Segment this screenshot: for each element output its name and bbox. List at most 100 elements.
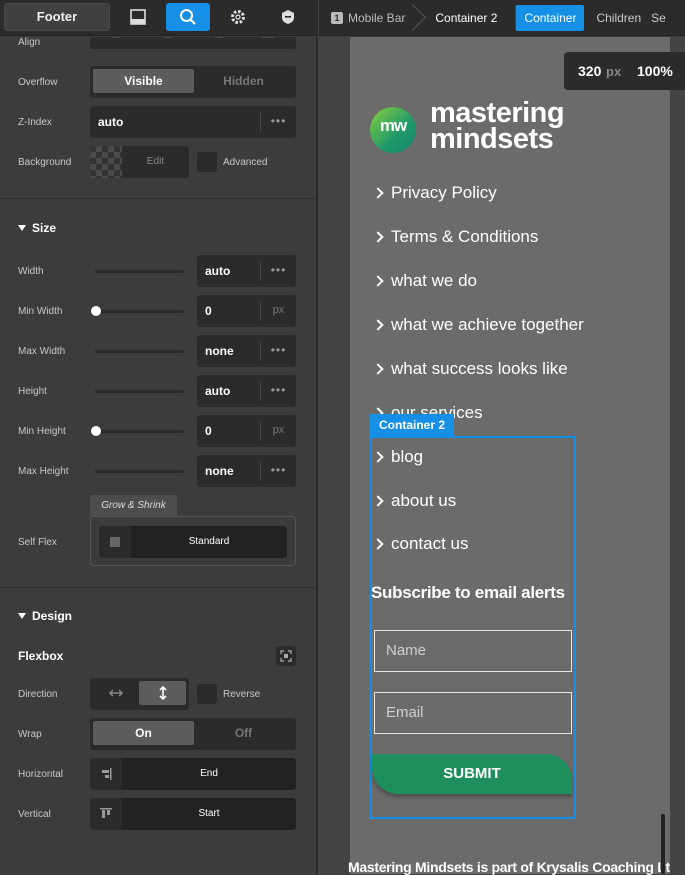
direction-toggle [90, 678, 189, 710]
horizontal-select[interactable]: End [122, 758, 296, 790]
zindex-field[interactable]: auto ••• [90, 106, 296, 138]
advanced-label: Advanced [223, 157, 267, 168]
align-control[interactable] [90, 37, 296, 49]
selected-container-tag[interactable]: Container 2 [370, 414, 454, 437]
justify-end-icon[interactable] [90, 758, 122, 790]
max-width-slider[interactable] [95, 350, 184, 353]
wrap-label: Wrap [18, 729, 42, 740]
more-options-icon[interactable]: ••• [260, 112, 296, 132]
background-swatch[interactable] [90, 146, 122, 178]
zindex-value: auto [98, 106, 123, 138]
chevron-right-icon [372, 363, 383, 374]
width-label: Width [18, 266, 44, 277]
max-height-field[interactable]: none ••• [197, 455, 296, 487]
more-options-icon[interactable]: ••• [260, 341, 296, 361]
design-section-header[interactable]: Design [18, 609, 72, 623]
slider-knob[interactable] [91, 306, 101, 316]
unit-px[interactable]: px [260, 301, 296, 321]
advanced-checkbox[interactable] [197, 152, 217, 172]
logo-line-2: mindsets [430, 126, 564, 152]
collapse-triangle-icon [18, 613, 26, 619]
align-label: Align [18, 37, 40, 48]
zindex-label: Z-Index [18, 117, 52, 128]
submit-button[interactable]: SUBMIT [372, 754, 572, 794]
footer-link-success[interactable]: what success looks like [373, 359, 568, 379]
direction-row-icon[interactable] [93, 681, 139, 705]
overflow-label: Overflow [18, 77, 57, 88]
breadcrumb-mobile-bar[interactable]: 1Mobile Bar [319, 0, 417, 36]
canvas-width-unit: px [606, 64, 621, 79]
align-center-icon[interactable] [162, 37, 174, 41]
footer-link-achieve[interactable]: what we achieve together [373, 315, 584, 335]
min-width-value: 0 [205, 295, 212, 327]
footer-link-about[interactable]: about us [373, 491, 456, 511]
tab-children[interactable]: Children [588, 5, 649, 31]
footer-link-privacy[interactable]: Privacy Policy [373, 183, 497, 203]
tab-container[interactable]: Container [515, 5, 584, 31]
align-right-icon[interactable] [211, 37, 223, 41]
height-slider[interactable] [95, 390, 184, 393]
footer-link-blog[interactable]: blog [373, 447, 423, 467]
wrap-on-option[interactable]: On [93, 721, 194, 745]
tab-settings[interactable]: Se [649, 5, 674, 31]
wrap-off-option[interactable]: Off [194, 721, 293, 745]
self-flex-box: Standard [90, 516, 296, 566]
search-icon[interactable] [166, 3, 210, 31]
slider-knob[interactable] [91, 426, 101, 436]
shield-icon[interactable] [266, 3, 310, 31]
more-options-icon[interactable]: ••• [260, 461, 296, 481]
flex-standard-icon[interactable] [99, 526, 131, 558]
design-section-title: Design [32, 609, 72, 623]
name-input[interactable]: Name [374, 630, 572, 672]
chevron-right-icon [372, 495, 383, 506]
section-divider [0, 587, 316, 588]
align-left-icon[interactable] [112, 37, 124, 41]
overflow-toggle: Visible Hidden [90, 66, 296, 98]
layout-icon[interactable] [116, 3, 160, 31]
element-selector-button[interactable]: Footer [4, 3, 110, 31]
overflow-hidden-option[interactable]: Hidden [194, 69, 293, 93]
align-justify-icon[interactable] [262, 37, 274, 41]
width-slider[interactable] [95, 270, 184, 273]
footer-link-what-we-do[interactable]: what we do [373, 271, 477, 291]
vertical-select[interactable]: Start [122, 798, 296, 830]
width-field[interactable]: auto ••• [197, 255, 296, 287]
background-edit-button[interactable]: Edit [122, 146, 189, 178]
flexbox-inspect-icon[interactable] [276, 646, 296, 666]
self-flex-select[interactable]: Standard [131, 526, 287, 558]
min-width-field[interactable]: 0 px [197, 295, 296, 327]
zoom-indicator[interactable]: 320 px 100% [564, 52, 685, 90]
gear-icon[interactable] [216, 3, 260, 31]
background-label: Background [18, 157, 71, 168]
max-width-field[interactable]: none ••• [197, 335, 296, 367]
horizontal-label: Horizontal [18, 769, 63, 780]
top-toolbar: Footer 1Mobile Bar Container 2 Container… [0, 0, 685, 36]
footer-link-contact[interactable]: contact us [373, 534, 469, 554]
height-field[interactable]: auto ••• [197, 375, 296, 407]
min-width-slider[interactable] [95, 310, 184, 313]
vertical-label: Vertical [18, 809, 51, 820]
footer-link-terms[interactable]: Terms & Conditions [373, 227, 538, 247]
direction-column-icon[interactable] [139, 681, 186, 705]
reverse-label: Reverse [223, 689, 260, 700]
min-height-slider[interactable] [95, 430, 184, 433]
breadcrumb-container-2[interactable]: Container 2 [417, 0, 509, 36]
align-start-icon[interactable] [90, 798, 122, 830]
min-height-field[interactable]: 0 px [197, 415, 296, 447]
self-flex-label: Self Flex [18, 537, 57, 548]
size-section-header[interactable]: Size [18, 221, 56, 235]
more-options-icon[interactable]: ••• [260, 381, 296, 401]
unit-px[interactable]: px [260, 421, 296, 441]
properties-panel: Align Overflow Visible Hidden Z-Index au… [0, 37, 316, 874]
more-options-icon[interactable]: ••• [260, 261, 296, 281]
chevron-right-icon [372, 275, 383, 286]
email-input[interactable]: Email [374, 692, 572, 734]
collapse-triangle-icon [18, 225, 26, 231]
overflow-visible-option[interactable]: Visible [93, 69, 194, 93]
height-label: Height [18, 386, 47, 397]
canvas-scrollbar[interactable] [661, 814, 665, 874]
chevron-right-icon [372, 319, 383, 330]
link-label: Terms & Conditions [391, 227, 538, 247]
reverse-checkbox[interactable] [197, 684, 217, 704]
max-height-slider[interactable] [95, 470, 184, 473]
